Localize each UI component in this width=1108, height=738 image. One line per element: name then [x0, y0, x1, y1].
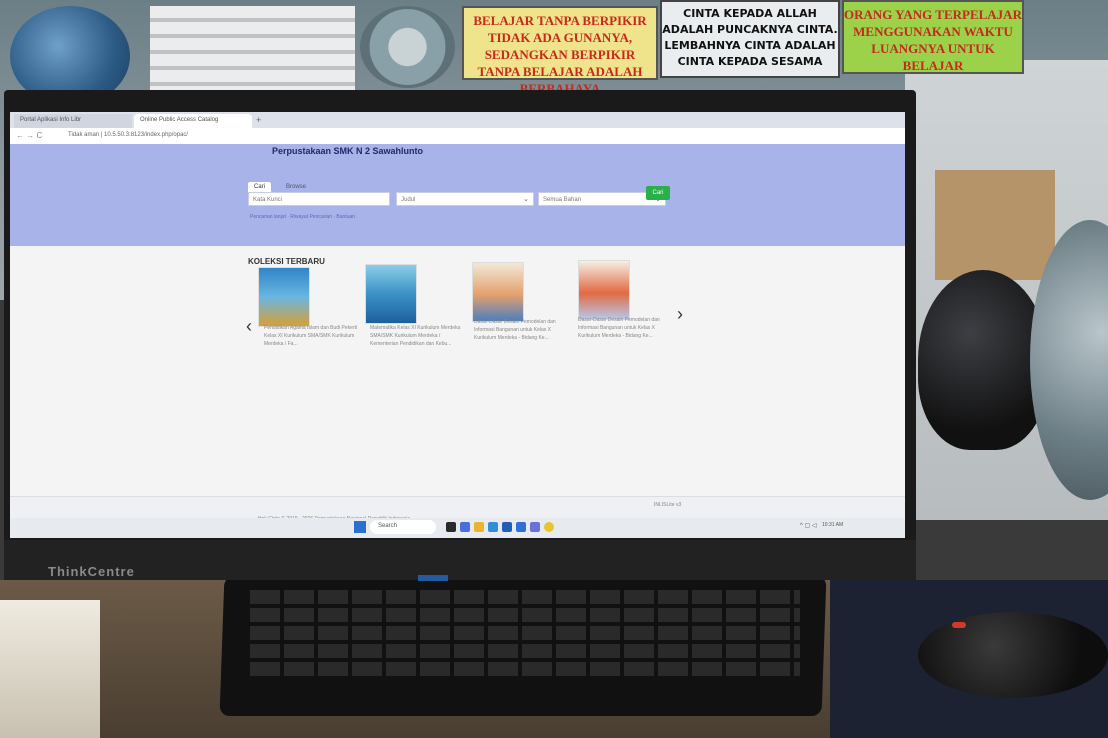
poster-left: BELAJAR TANPA BERPIKIR TIDAK ADA GUNANYA… — [462, 6, 658, 96]
mouse — [918, 612, 1108, 698]
taskbar-app-icon[interactable] — [460, 522, 470, 532]
poster-right: ORANG YANG TERPELAJAR MENGGUNAKAN WAKTU … — [842, 0, 1024, 74]
chrome-icon[interactable] — [544, 522, 554, 532]
wall-fan — [360, 6, 455, 88]
mouse-light — [952, 622, 966, 628]
section-title: KOLEKSI TERBARU — [248, 257, 325, 266]
taskbar-search[interactable]: Search — [370, 520, 436, 534]
book-title[interactable]: Dasar-Dasar Desain Pemodelan dan Informa… — [474, 318, 574, 342]
cardboard-boxes — [935, 170, 1055, 280]
window-shutter — [150, 6, 355, 98]
desk-papers — [0, 600, 100, 738]
keyboard-row — [250, 662, 800, 676]
field-select-value: Judul — [401, 197, 416, 203]
book-cover[interactable] — [365, 264, 417, 324]
book-cover[interactable] — [472, 262, 524, 322]
tray-clock[interactable]: 10:31 AM — [822, 522, 843, 528]
material-select-value: Semua Bahan — [543, 197, 582, 203]
navigation-icons[interactable]: ← → C — [16, 131, 42, 140]
webcam — [418, 575, 448, 581]
taskbar-app-icon[interactable] — [446, 522, 456, 532]
monitor-brand: ThinkCentre — [48, 564, 135, 579]
search-input[interactable]: Kata Kunci — [248, 192, 390, 206]
url-field[interactable]: Tidak aman | 10.5.50.3:8123/index.php/op… — [68, 132, 468, 143]
keyboard-row — [250, 644, 800, 658]
site-title: Perpustakaan SMK N 2 Sawahlunto — [272, 146, 424, 156]
search-button[interactable]: Cari — [646, 186, 670, 200]
book-cover[interactable] — [258, 267, 310, 327]
book-cover[interactable] — [578, 260, 630, 320]
carousel-prev-icon[interactable]: ‹ — [246, 316, 252, 337]
browser-tab[interactable]: Portal Aplikasi Info Libr — [14, 114, 132, 128]
search-sub-links[interactable]: Pencarian lanjut · Riwayat Pencarian · B… — [250, 214, 355, 220]
taskbar-app-icon[interactable] — [516, 522, 526, 532]
store-icon[interactable] — [502, 522, 512, 532]
keyboard-row — [250, 590, 800, 604]
folder-icon[interactable] — [474, 522, 484, 532]
poster-middle: CINTA KEPADA ALLAH ADALAH PUNCAKNYA CINT… — [660, 0, 840, 78]
browser-tab-active[interactable]: Online Public Access Catalog — [134, 114, 252, 128]
book-title[interactable]: Matematika Kelas XI Kurikulum Merdeka SM… — [370, 324, 470, 348]
windows-start-icon[interactable] — [354, 521, 366, 533]
tray-icons[interactable]: ^ ▢ ◁ — [800, 522, 816, 529]
site-footer — [10, 496, 905, 519]
taskbar-app-icon[interactable] — [530, 522, 540, 532]
footer-version: INLISLite v3 — [654, 502, 682, 508]
keyboard-row — [250, 626, 800, 640]
new-tab-button[interactable]: + — [256, 115, 261, 125]
monitor-bezel — [4, 540, 916, 580]
book-title[interactable]: Dasar-Dasar Desain Pemodelan dan Informa… — [578, 316, 678, 340]
taskbar — [10, 518, 905, 538]
keyboard-row — [250, 608, 800, 622]
helmet — [918, 270, 1048, 450]
field-select[interactable]: Judul ⌄ — [396, 192, 534, 206]
chevron-down-icon: ⌄ — [523, 196, 529, 203]
book-title[interactable]: Pendidikan Agama Islam dan Budi Pekerti … — [264, 324, 364, 348]
screen: Portal Aplikasi Info Libr Online Public … — [10, 112, 905, 538]
edge-icon[interactable] — [488, 522, 498, 532]
